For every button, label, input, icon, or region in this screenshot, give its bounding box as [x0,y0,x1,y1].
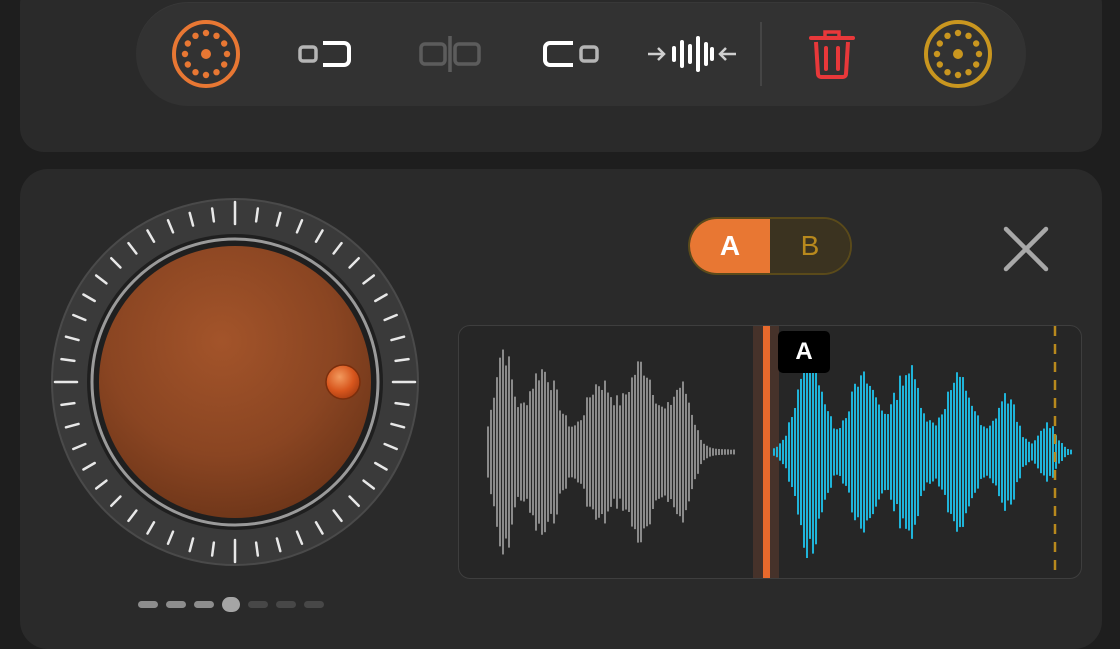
page-dot-active[interactable] [222,597,240,612]
ab-toggle[interactable]: A B [688,217,852,275]
marker-label: A [778,331,830,373]
page-dot[interactable] [248,601,268,608]
rotary-knob[interactable] [50,197,420,572]
gold-dial-button[interactable] [920,20,996,88]
page-dot[interactable] [166,601,186,608]
toolbar [136,2,1026,106]
compress-wave-button[interactable] [642,24,742,84]
close-button[interactable] [1000,223,1052,275]
knob-handle[interactable] [325,364,361,400]
delete-button[interactable] [794,24,870,84]
editor-panel: A B A [20,169,1102,649]
toolbar-panel [20,0,1102,152]
compress-wave-icon [648,36,736,72]
waveform-selected [773,345,1072,559]
toolbar-separator [760,22,762,86]
trim-left-icon [298,41,351,67]
waveform-view[interactable] [458,325,1082,579]
page-indicator [138,597,324,612]
close-icon [1003,226,1049,272]
orange-dotted-dial-icon [172,20,240,88]
gold-dotted-dial-icon [924,20,992,88]
orange-dial-button[interactable] [168,20,244,88]
page-dot[interactable] [138,601,158,608]
trim-right-icon [543,41,599,67]
playhead[interactable] [763,326,770,578]
ab-toggle-b[interactable]: B [770,219,850,273]
trim-right-button[interactable] [532,24,608,84]
page-dot[interactable] [304,601,324,608]
split-icon [419,36,481,72]
waveform-before [487,349,735,555]
trash-icon [809,30,855,79]
split-button[interactable] [412,24,488,84]
ab-toggle-a[interactable]: A [690,219,770,273]
page-dot[interactable] [194,601,214,608]
page-dot[interactable] [276,601,296,608]
trim-left-button[interactable] [286,24,362,84]
